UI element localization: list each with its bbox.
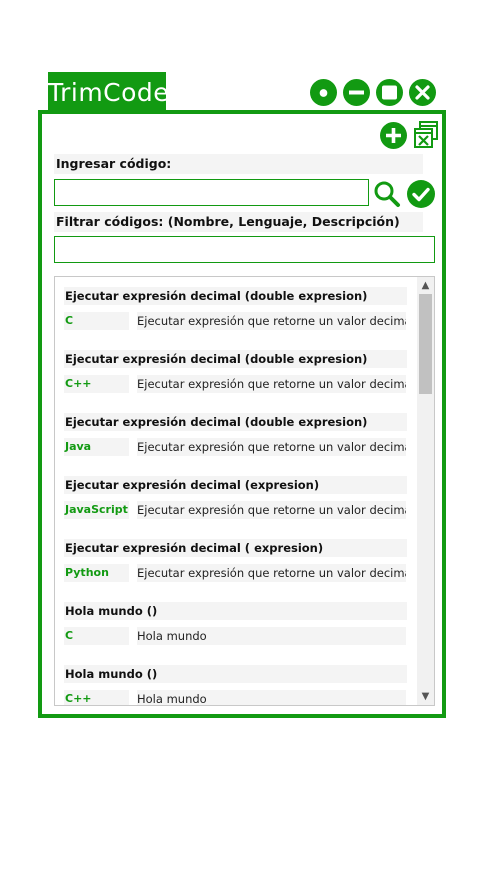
main-panel: Ingresar código: Filtrar códigos: (Nombr… [38,110,446,718]
filter-input[interactable] [54,236,435,263]
close-button[interactable] [409,79,436,106]
snippet-description: Ejecutar expresión que retorne un valor … [137,501,406,519]
snippet-row[interactable]: Hola mundo () C Hola mundo [55,592,417,656]
snippet-row[interactable]: Ejecutar expresión decimal (double expre… [55,403,417,467]
scroll-down-icon[interactable]: ▼ [417,688,434,705]
confirm-button[interactable] [407,180,435,212]
search-button[interactable] [373,180,401,212]
snippet-description: Ejecutar expresión que retorne un valor … [137,312,406,330]
snippet-title: Ejecutar expresión decimal (double expre… [64,413,407,431]
snippet-row[interactable]: Ejecutar expresión decimal ( expresion) P… [55,529,417,593]
snippet-row[interactable]: Ejecutar expresión decimal (double expre… [55,340,417,404]
snippet-language: Java [64,438,129,456]
add-snippet-button[interactable] [380,122,407,153]
snippet-description: Hola mundo [137,690,406,705]
minimize-icon [349,90,364,95]
snippet-language: C++ [64,690,129,705]
maximize-button[interactable] [376,79,403,106]
minimize-button[interactable] [343,79,370,106]
code-entry-label: Ingresar código: [54,154,423,174]
filter-label: Filtrar códigos: (Nombre, Lenguaje, Desc… [54,212,423,232]
settings-button[interactable] [310,79,337,106]
settings-icon [310,79,337,106]
snippet-language: C [64,312,129,330]
snippet-language: Python [64,564,129,582]
snippet-description: Ejecutar expresión que retorne un valor … [137,438,406,456]
maximize-icon [382,85,397,100]
snippet-title: Hola mundo () [64,602,407,620]
snippet-title: Ejecutar expresión decimal ( expresion) [64,539,407,557]
app-title: TrimCode [48,72,169,110]
snippet-title: Hola mundo () [64,665,407,683]
scroll-up-icon[interactable]: ▲ [417,277,434,294]
close-all-windows-button[interactable] [413,120,439,154]
snippet-language: JavaScript [64,501,129,519]
snippet-title: Ejecutar expresión decimal (double expre… [64,287,407,305]
snippet-description: Ejecutar expresión que retorne un valor … [137,564,406,582]
snippet-title: Ejecutar expresión decimal (expresion) [64,476,407,494]
snippet-list[interactable]: Ejecutar expresión decimal (double expre… [54,276,435,706]
snippet-description: Hola mundo [137,627,406,645]
code-entry-input[interactable] [54,179,369,206]
check-circle-icon [407,180,435,208]
snippet-language: C++ [64,375,129,393]
snippet-description: Ejecutar expresión que retorne un valor … [137,375,406,393]
snippet-row[interactable]: Hola mundo () C++ Hola mundo [55,655,417,705]
plus-circle-icon [380,122,407,149]
snippet-row[interactable]: Ejecutar expresión decimal (expresion) Ja… [55,466,417,530]
close-windows-icon [414,121,438,148]
snippet-row[interactable]: Ejecutar expresión decimal (double expre… [55,277,417,341]
snippet-language: C [64,627,129,645]
snippet-title: Ejecutar expresión decimal (double expre… [64,350,407,368]
scrollbar[interactable]: ▲ ▼ [417,277,434,705]
search-icon [374,181,400,207]
close-icon [415,85,430,100]
scroll-thumb[interactable] [419,294,432,394]
